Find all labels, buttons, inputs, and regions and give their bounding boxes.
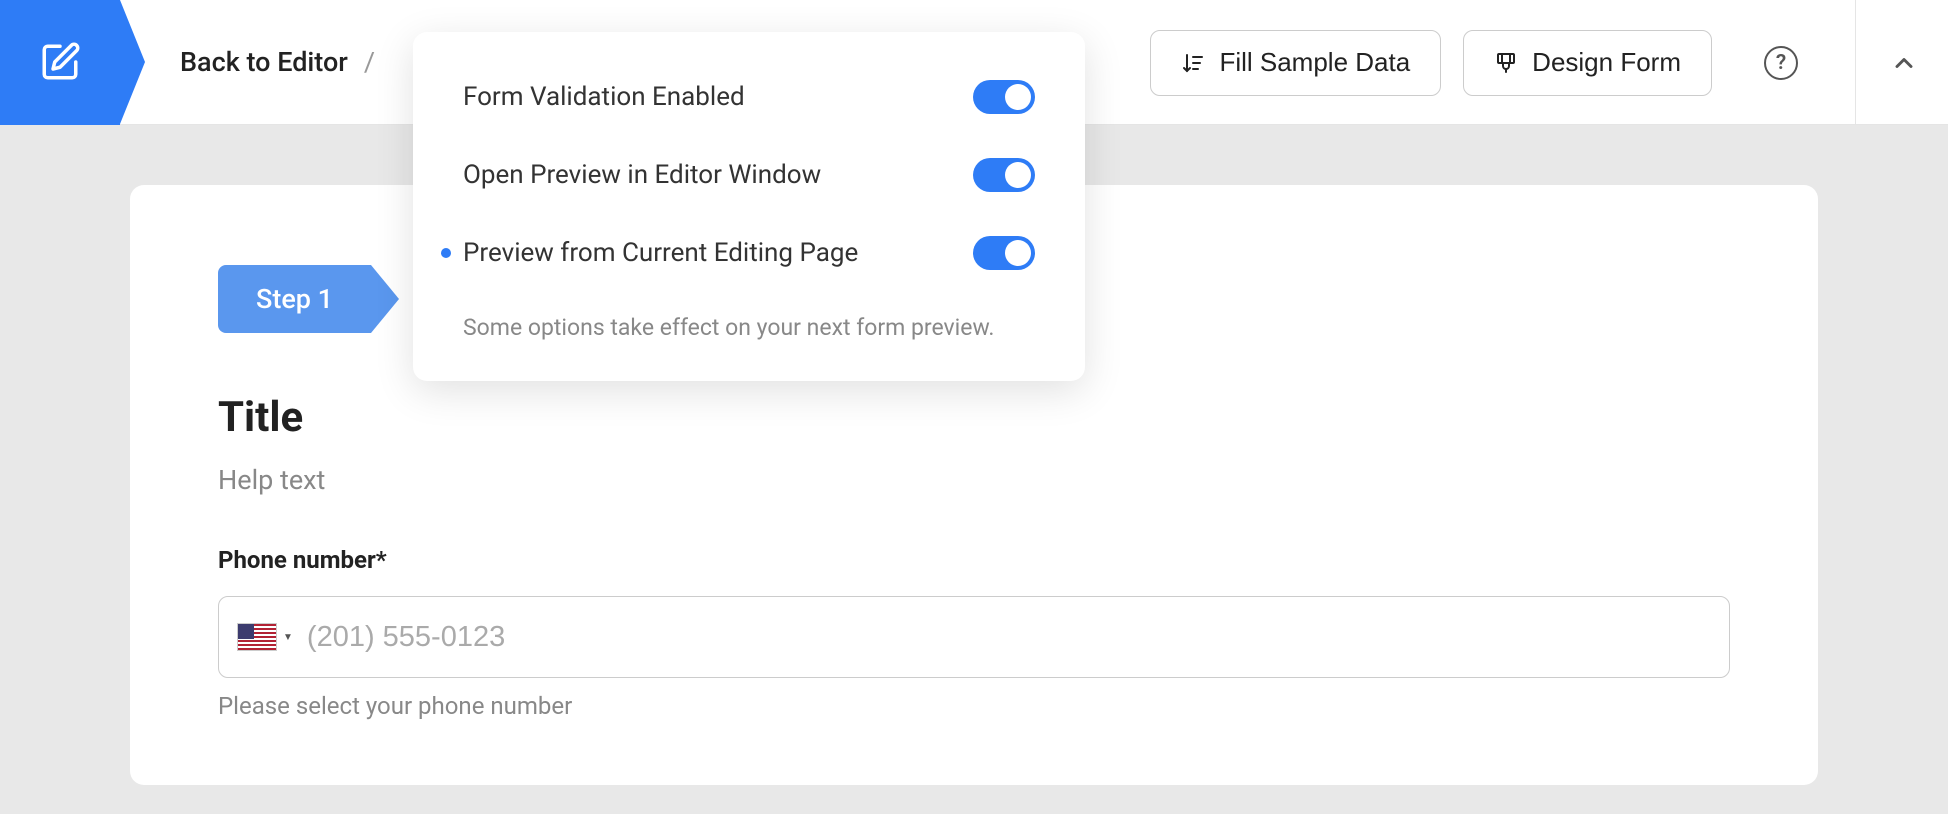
dropdown-note: Some options take effect on your next fo… bbox=[463, 314, 1035, 341]
topbar-actions: Fill Sample Data Design Form ? bbox=[1150, 0, 1948, 125]
option-label: Preview from Current Editing Page bbox=[463, 238, 858, 268]
help-button[interactable]: ? bbox=[1764, 46, 1798, 80]
fill-sample-data-label: Fill Sample Data bbox=[1219, 47, 1410, 78]
phone-input-container: ▼ bbox=[218, 596, 1730, 678]
design-form-button[interactable]: Design Form bbox=[1463, 30, 1712, 96]
logo-block[interactable] bbox=[0, 0, 120, 125]
fill-sample-data-button[interactable]: Fill Sample Data bbox=[1150, 30, 1441, 96]
form-help-text: Help text bbox=[218, 464, 1730, 496]
preview-options-dropdown: Form Validation Enabled Open Preview in … bbox=[413, 32, 1085, 381]
toggle-form-validation[interactable] bbox=[973, 80, 1035, 114]
question-icon: ? bbox=[1776, 51, 1786, 75]
divider bbox=[1855, 0, 1856, 125]
bullet-icon bbox=[441, 248, 451, 258]
option-form-validation: Form Validation Enabled bbox=[463, 80, 1035, 114]
caret-down-icon: ▼ bbox=[283, 632, 293, 643]
step-tab[interactable]: Step 1 bbox=[218, 265, 371, 333]
option-label: Open Preview in Editor Window bbox=[463, 160, 821, 190]
toggle-open-preview-editor[interactable] bbox=[973, 158, 1035, 192]
toggle-preview-current-page[interactable] bbox=[973, 236, 1035, 270]
option-label: Form Validation Enabled bbox=[463, 82, 745, 112]
country-flag-selector[interactable]: ▼ bbox=[237, 623, 293, 651]
phone-input[interactable] bbox=[307, 621, 1711, 654]
design-form-label: Design Form bbox=[1532, 47, 1681, 78]
phone-help-text: Please select your phone number bbox=[218, 692, 1730, 720]
option-preview-current-page: Preview from Current Editing Page bbox=[463, 236, 1035, 270]
back-to-editor-link[interactable]: Back to Editor bbox=[180, 46, 348, 78]
chevron-up-icon[interactable] bbox=[1890, 49, 1918, 77]
breadcrumb-separator: / bbox=[364, 46, 375, 78]
step-label: Step 1 bbox=[256, 283, 333, 315]
sort-icon bbox=[1181, 51, 1205, 75]
option-open-preview-editor: Open Preview in Editor Window bbox=[463, 158, 1035, 192]
brush-icon bbox=[1494, 51, 1518, 75]
form-title: Title bbox=[218, 393, 1730, 442]
edit-icon bbox=[39, 41, 81, 83]
phone-label: Phone number* bbox=[218, 546, 1730, 574]
us-flag-icon bbox=[237, 623, 277, 651]
